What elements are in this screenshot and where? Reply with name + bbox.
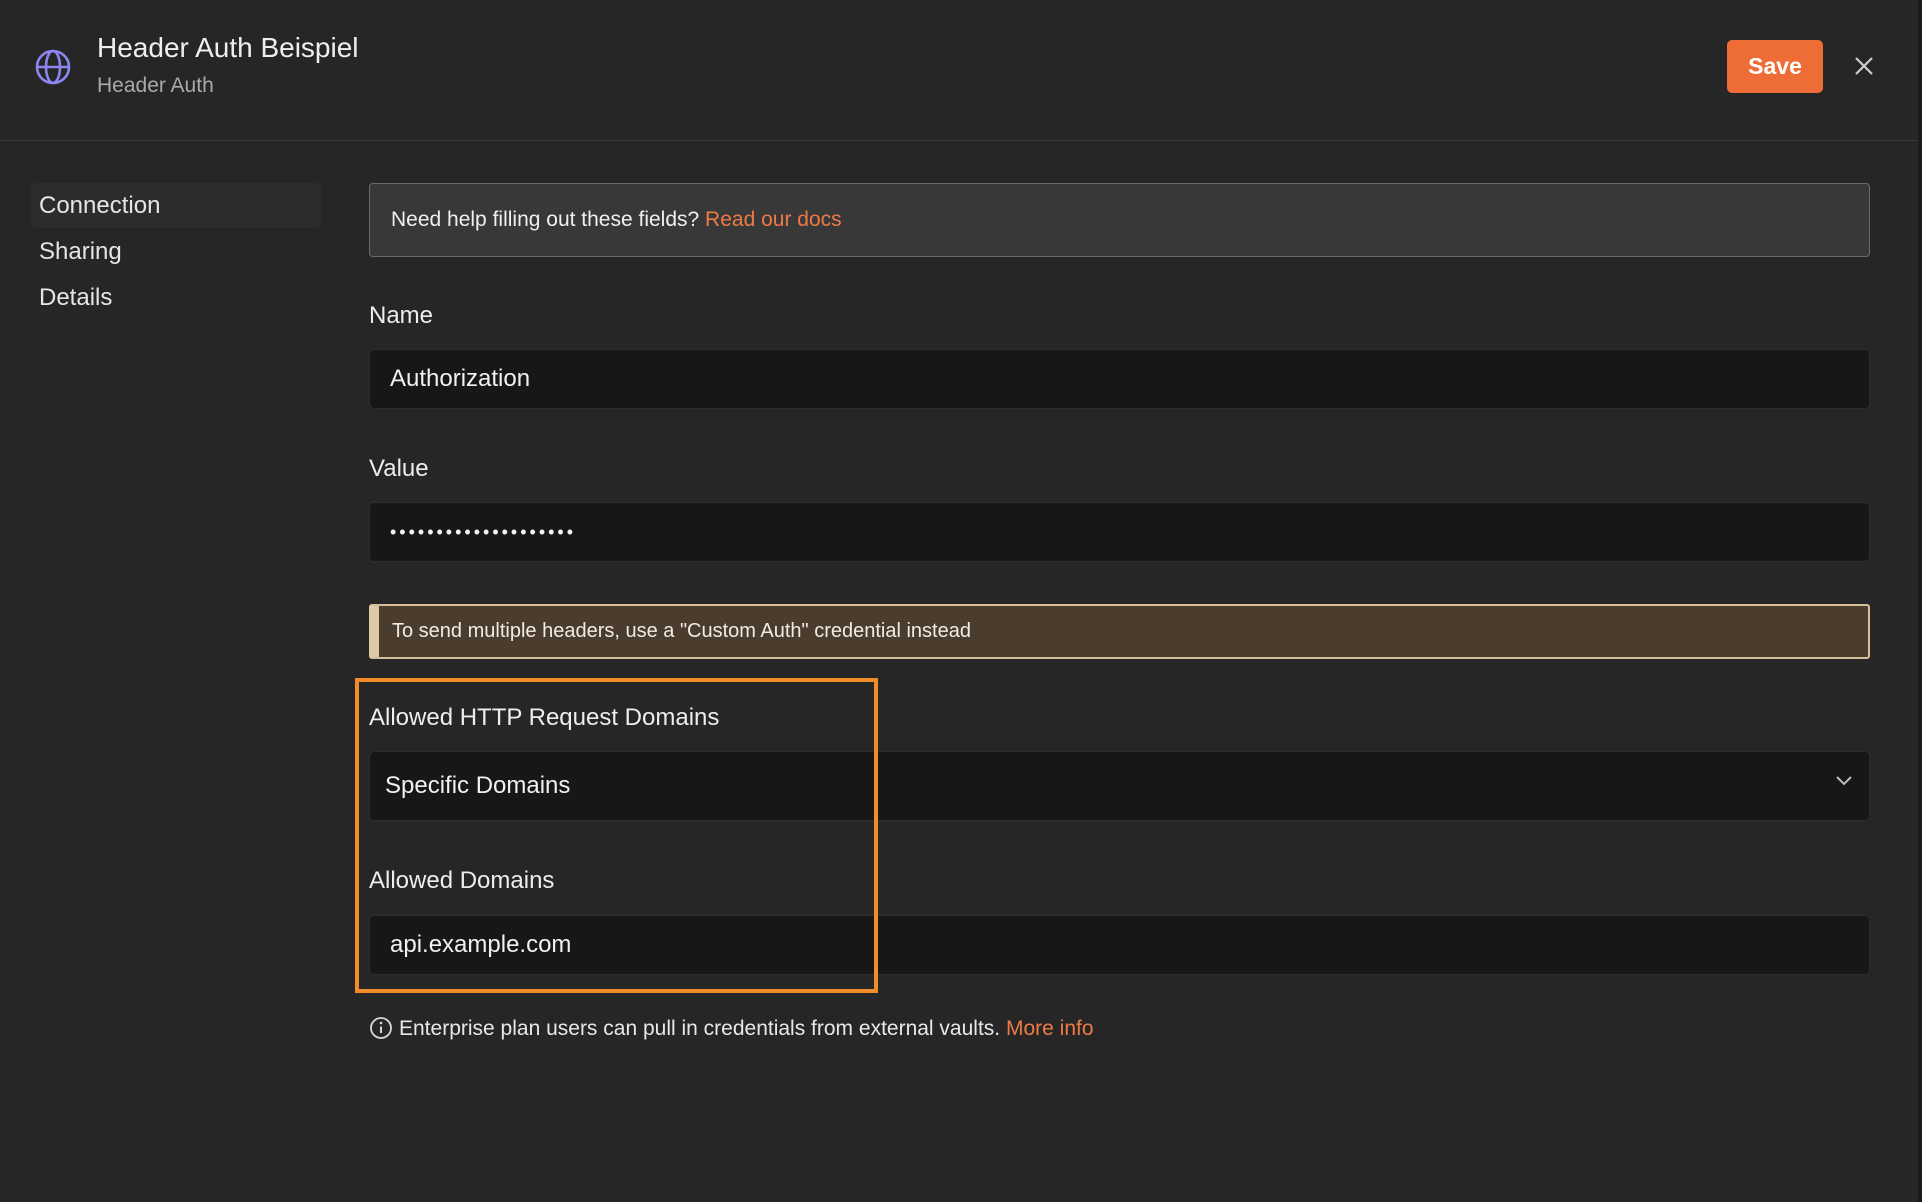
domains-select[interactable]: Specific Domains: [369, 751, 1870, 821]
modal-header: Header Auth Beispiel Header Auth Save: [0, 0, 1920, 141]
info-icon: [370, 1017, 392, 1039]
name-input[interactable]: Authorization: [369, 349, 1870, 409]
allowed-request-domains-label: Allowed HTTP Request Domains: [369, 704, 720, 731]
allowed-domains-label: Allowed Domains: [369, 867, 555, 894]
globe-icon: [35, 49, 71, 85]
credential-title[interactable]: Header Auth Beispiel: [97, 32, 359, 64]
sidebar-item-connection[interactable]: Connection: [31, 183, 321, 228]
enterprise-info: Enterprise plan users can pull in creden…: [369, 1014, 1094, 1044]
chevron-down-icon: [1836, 776, 1852, 786]
domains-select-value: Specific Domains: [385, 772, 571, 799]
more-info-link[interactable]: More info: [1006, 1017, 1094, 1040]
credential-type: Header Auth: [97, 74, 214, 97]
sidebar-item-sharing[interactable]: Sharing: [31, 229, 321, 274]
enterprise-info-text: Enterprise plan users can pull in creden…: [399, 1017, 1001, 1040]
custom-auth-notice: To send multiple headers, use a "Custom …: [369, 604, 1870, 659]
allowed-domains-input[interactable]: api.example.com: [369, 915, 1870, 975]
save-button[interactable]: Save: [1727, 40, 1823, 93]
help-banner: Need help filling out these fields? Read…: [369, 183, 1870, 257]
help-text: Need help filling out these fields?: [391, 208, 700, 231]
value-input[interactable]: ••••••••••••••••••••: [369, 502, 1870, 562]
docs-link[interactable]: Read our docs: [705, 208, 842, 231]
window-edge: [1918, 0, 1922, 1202]
credential-modal: Header Auth Beispiel Header Auth Save Co…: [0, 0, 1920, 1202]
name-label: Name: [369, 302, 434, 329]
value-label: Value: [369, 455, 429, 482]
sidebar-item-details[interactable]: Details: [31, 275, 321, 320]
close-icon[interactable]: [1851, 53, 1877, 79]
